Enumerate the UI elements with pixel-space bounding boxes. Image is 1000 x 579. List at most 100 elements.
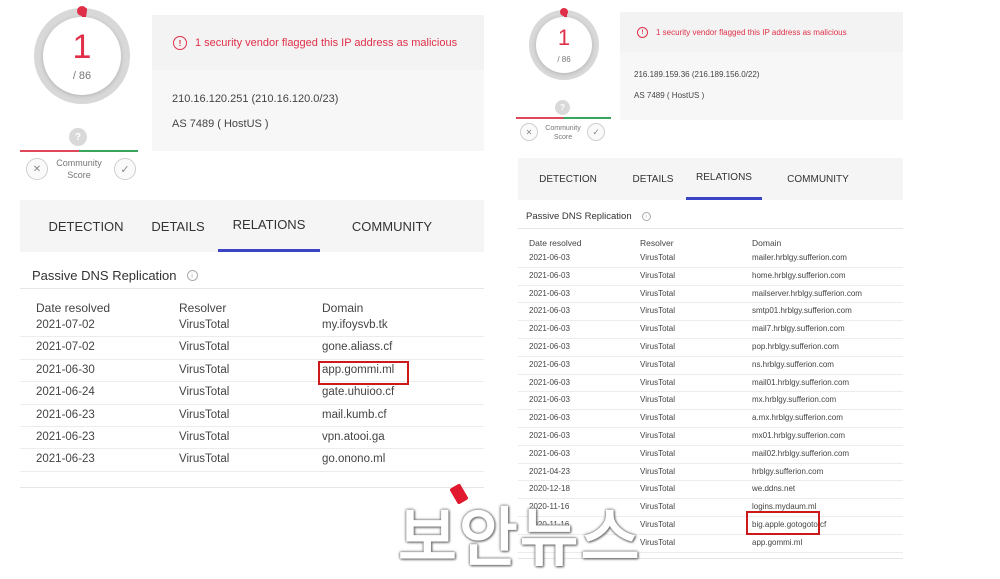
row-domain[interactable]: mail01.hrblgy.sufferion.com (752, 374, 849, 392)
row-domain[interactable]: a.mx.hrblgy.sufferion.com (752, 409, 843, 427)
row-date: 2021-06-03 (529, 413, 570, 423)
row-resolver: VirusTotal (640, 466, 675, 476)
row-date: 2021-06-03 (529, 324, 570, 334)
row-domain[interactable]: mx.hrblgy.sufferion.com (752, 391, 836, 409)
table-row[interactable]: 2021-06-30 VirusTotal app.gommi.ml (20, 359, 484, 383)
table-row[interactable]: 2021-06-03 VirusTotal mailserver.hrblgy.su… (518, 285, 903, 304)
row-resolver: VirusTotal (640, 413, 675, 423)
tab-detection[interactable]: DETECTION (526, 158, 610, 200)
info-icon[interactable]: i (641, 212, 651, 221)
table-row[interactable]: 2021-06-03 VirusTotal home.hrblgy.sufferio… (518, 267, 903, 286)
info-icon[interactable]: i (186, 270, 198, 281)
row-domain[interactable]: we.ddns.net (752, 480, 795, 498)
table-row[interactable]: 2021-06-03 VirusTotal a.mx.hrblgy.sufferio… (518, 409, 903, 428)
detection-ratio: 1 / 86 (43, 17, 121, 95)
row-date: 2021-04-23 (529, 466, 570, 476)
left-screenshot: 1 / 86? ✕ ✓ Community Score! 1 security vendor… (0, 0, 490, 562)
section-title: Passive DNS Replication i (526, 211, 651, 222)
row-resolver: VirusTotal (640, 520, 675, 529)
row-domain[interactable]: home.hrblgy.sufferion.com (752, 267, 846, 285)
tab-bar: DETECTION DETAILS RELATIONS COMMUNITY (20, 200, 484, 252)
table-row[interactable]: 2021-06-03 VirusTotal mx.hrblgy.sufferion.… (518, 391, 903, 411)
table-row[interactable]: 2021-07-02 VirusTotal gone.aliass.cf (20, 336, 484, 360)
tab-details[interactable]: DETAILS (622, 158, 684, 200)
tab-community[interactable]: COMMUNITY (338, 200, 446, 252)
column-header: Resolver (179, 301, 227, 315)
table-row[interactable]: 2021-06-03 VirusTotal smtp01.hrblgy.suffer… (518, 302, 903, 322)
row-domain[interactable]: mailserver.hrblgy.sufferion.com (752, 285, 862, 303)
row-resolver: VirusTotal (640, 288, 675, 298)
row-date: 2021-06-24 (36, 386, 95, 399)
row-resolver: VirusTotal (179, 386, 230, 399)
row-domain[interactable]: mail.kumb.cf (322, 404, 387, 426)
alert-text: 1 security vendor flagged this IP addres… (195, 36, 458, 49)
tab-bar: DETECTION DETAILS RELATIONS COMMUNITY (518, 158, 903, 200)
row-resolver: VirusTotal (640, 342, 675, 351)
community-score-label-line1: Community (545, 125, 581, 132)
row-date: 2021-06-03 (529, 342, 570, 351)
row-resolver: VirusTotal (640, 448, 675, 458)
row-date: 2021-07-02 (36, 319, 95, 331)
domain-highlight-box (746, 510, 820, 535)
row-domain[interactable]: mail7.hrblgy.sufferion.com (752, 320, 845, 338)
row-domain[interactable]: vpn.atooi.ga (322, 426, 385, 448)
row-date: 2021-06-03 (529, 359, 570, 369)
vote-down-button[interactable]: ✕ (520, 123, 538, 141)
row-domain[interactable]: mx01.hrblgy.sufferion.com (752, 427, 845, 445)
table-row[interactable]: 2021-06-03 VirusTotal mail01.hrblgy.suffer… (518, 374, 903, 393)
row-date: 2021-06-03 (529, 270, 570, 280)
row-domain[interactable]: hrblgy.sufferion.com (752, 463, 823, 481)
x-icon: ✕ (525, 127, 533, 137)
vote-down-button[interactable]: ✕ (26, 158, 48, 180)
table-row[interactable]: 2021-06-03 VirusTotal pop.hrblgy.sufferion… (518, 338, 903, 357)
tab-community[interactable]: COMMUNITY (774, 158, 862, 200)
row-domain[interactable]: smtp01.hrblgy.sufferion.com (752, 302, 852, 320)
vote-up-button[interactable]: ✓ (114, 158, 136, 180)
row-resolver: VirusTotal (640, 502, 675, 512)
table-row[interactable]: 2021-06-23 VirusTotal vpn.atooi.ga (20, 426, 484, 450)
row-domain[interactable]: mail02.hrblgy.sufferion.com (752, 445, 849, 463)
table-row[interactable]: 2021-07-02 VirusTotal my.ifoysvb.tk (20, 314, 484, 338)
table-row[interactable]: 2021-06-03 VirusTotal mx01.hrblgy.sufferio… (518, 427, 903, 446)
detection-score: 1 (557, 24, 571, 50)
domain-highlight-box (318, 360, 409, 385)
community-score-label-line1: Community (56, 158, 102, 168)
alert-text: 1 security vendor flagged this IP addres… (656, 27, 847, 37)
tab-details[interactable]: DETAILS (145, 200, 211, 252)
vote-up-button[interactable]: ✓ (587, 123, 605, 141)
tab-relations[interactable]: RELATIONS (686, 158, 762, 200)
section-divider (20, 288, 484, 289)
table-row[interactable]: 2021-06-03 VirusTotal mail7.hrblgy.sufferi… (518, 320, 903, 339)
row-resolver: VirusTotal (179, 363, 230, 376)
row-date: 2021-06-23 (36, 453, 95, 466)
table-row[interactable]: 2021-04-23 VirusTotal hrblgy.sufferion.com (518, 463, 903, 482)
row-date: 2021-06-23 (36, 408, 95, 421)
row-domain[interactable]: my.ifoysvb.tk (322, 314, 388, 336)
row-domain[interactable]: go.onono.ml (322, 448, 385, 470)
row-date: 2021-06-23 (36, 431, 95, 443)
row-domain[interactable]: app.gommi.ml (752, 534, 802, 552)
ip-address: 216.189.159.36 (216.189.156.0/22) (634, 70, 760, 79)
community-score-unknown-icon: ? (69, 128, 87, 146)
row-resolver: VirusTotal (640, 395, 675, 405)
tab-detection[interactable]: DETECTION (32, 200, 140, 252)
gauge-indicator-dot (560, 8, 568, 16)
table-row[interactable]: 2021-06-03 VirusTotal mail02.hrblgy.suffer… (518, 445, 903, 464)
table-row[interactable]: 2021-06-23 VirusTotal mail.kumb.cf (20, 404, 484, 427)
table-row[interactable]: 2021-06-24 VirusTotal gate.uhuioo.cf (20, 381, 484, 405)
row-domain[interactable]: gone.aliass.cf (322, 336, 392, 358)
table-row[interactable]: 2021-06-03 VirusTotal mailer.hrblgy.suffer… (518, 249, 903, 268)
watermark: 보안뉴스 (398, 502, 642, 576)
row-date: 2021-06-03 (529, 377, 570, 387)
row-domain[interactable]: ns.hrblgy.sufferion.com (752, 356, 834, 374)
check-icon: ✓ (120, 163, 130, 176)
tab-relations[interactable]: RELATIONS (218, 200, 320, 252)
column-header: Date resolved (529, 238, 582, 248)
table-row[interactable]: 2021-06-03 VirusTotal ns.hrblgy.sufferion.… (518, 356, 903, 375)
row-date: 2021-06-03 (529, 288, 570, 298)
table-row[interactable]: 2021-06-23 VirusTotal go.onono.ml (20, 448, 484, 472)
row-domain[interactable]: mailer.hrblgy.sufferion.com (752, 249, 847, 267)
community-score-unknown-icon: ? (555, 100, 570, 115)
row-domain[interactable]: pop.hrblgy.sufferion.com (752, 338, 839, 356)
row-resolver: VirusTotal (179, 453, 230, 466)
